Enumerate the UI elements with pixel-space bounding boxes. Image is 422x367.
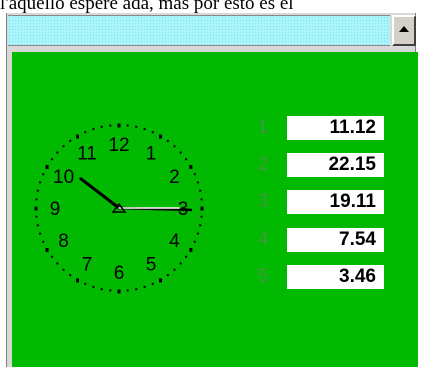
- minute-tick: [36, 189, 39, 192]
- minute-tick: [50, 255, 53, 258]
- minute-tick: [179, 151, 182, 154]
- minute-tick: [200, 198, 203, 201]
- analog-clock: 121234567891011: [34, 123, 204, 294]
- minute-tick: [196, 181, 199, 184]
- minute-tick: [35, 215, 38, 218]
- hour-tick: [45, 248, 49, 252]
- hour-tick: [189, 165, 193, 169]
- minute-tick: [100, 125, 103, 128]
- minute-tick: [62, 145, 65, 148]
- hour-tick: [159, 278, 162, 283]
- hour-tick: [189, 248, 193, 252]
- minute-tick: [42, 240, 45, 243]
- hour-tick: [76, 278, 79, 283]
- minute-tick: [50, 158, 53, 161]
- minute-tick: [135, 125, 138, 128]
- minute-tick: [193, 173, 196, 176]
- minute-tick: [185, 158, 188, 161]
- clock-numeral: 1: [146, 144, 157, 165]
- minute-tick: [199, 189, 202, 192]
- minute-tick: [56, 151, 59, 154]
- hour-tick: [117, 289, 121, 294]
- minute-tick: [39, 181, 42, 184]
- reading-value-field[interactable]: 22.15: [287, 153, 384, 177]
- clock-numeral: 2: [169, 167, 180, 188]
- minute-tick: [92, 285, 95, 288]
- minute-tick: [84, 131, 87, 134]
- minute-tick: [62, 268, 65, 271]
- minute-tick: [166, 139, 169, 142]
- clock-numeral: 12: [108, 135, 129, 156]
- reading-value-field[interactable]: 3.46: [287, 265, 384, 289]
- clock-numeral: 10: [53, 167, 74, 188]
- clock-numeral: 4: [169, 231, 180, 252]
- clock-numeral: 11: [77, 144, 97, 165]
- reading-index: 3: [257, 191, 269, 212]
- minute-tick: [35, 198, 38, 201]
- clock-numeral: 9: [50, 199, 61, 220]
- hour-tick: [34, 206, 38, 211]
- minute-tick: [100, 288, 103, 291]
- scroll-up-button[interactable]: [392, 15, 416, 46]
- minute-tick: [179, 262, 182, 265]
- up-arrow-icon: [399, 26, 409, 32]
- minute-tick: [56, 262, 59, 265]
- minute-tick: [199, 224, 202, 227]
- minute-tick: [39, 232, 42, 235]
- reading-index: 4: [257, 229, 269, 250]
- minute-tick: [151, 282, 154, 285]
- minute-tick: [196, 232, 199, 235]
- minute-tick: [151, 131, 154, 134]
- title-bar: [8, 15, 390, 46]
- minute-tick: [135, 288, 138, 291]
- reading-index: 5: [257, 266, 269, 287]
- minute-tick: [69, 139, 72, 142]
- hour-hand: [79, 177, 121, 210]
- minute-tick: [109, 289, 112, 292]
- minute-tick: [126, 289, 129, 292]
- window-caption-text: l'aquello espere ada, mas por esto es el: [0, 0, 294, 14]
- minute-tick: [143, 128, 146, 131]
- minute-tick: [143, 285, 146, 288]
- hour-tick: [200, 206, 204, 211]
- clock-numeral: 8: [58, 231, 69, 252]
- reading-value-field[interactable]: 11.12: [287, 116, 384, 140]
- minute-tick: [185, 255, 188, 258]
- reading-index: 1: [257, 117, 269, 138]
- hour-tick: [117, 123, 121, 128]
- minute-tick: [42, 173, 45, 176]
- minute-tick: [173, 268, 176, 271]
- minute-tick: [173, 145, 176, 148]
- hour-tick: [45, 165, 49, 169]
- minute-tick: [84, 282, 87, 285]
- hour-tick: [76, 134, 79, 139]
- minute-tick: [69, 274, 72, 277]
- reading-value-field[interactable]: 19.11: [287, 190, 384, 214]
- clock-numeral: 7: [82, 254, 93, 275]
- minute-tick: [200, 215, 203, 218]
- minute-tick: [126, 124, 129, 127]
- minute-tick: [166, 274, 169, 277]
- minute-tick: [109, 124, 112, 127]
- hour-tick: [159, 134, 162, 139]
- clock-numeral: 5: [146, 254, 157, 275]
- clock-numeral: 6: [114, 263, 125, 284]
- minute-tick: [36, 224, 39, 227]
- minute-tick: [193, 240, 196, 243]
- reading-value-field[interactable]: 7.54: [287, 228, 384, 252]
- reading-index: 2: [257, 154, 269, 175]
- minute-tick: [92, 128, 95, 131]
